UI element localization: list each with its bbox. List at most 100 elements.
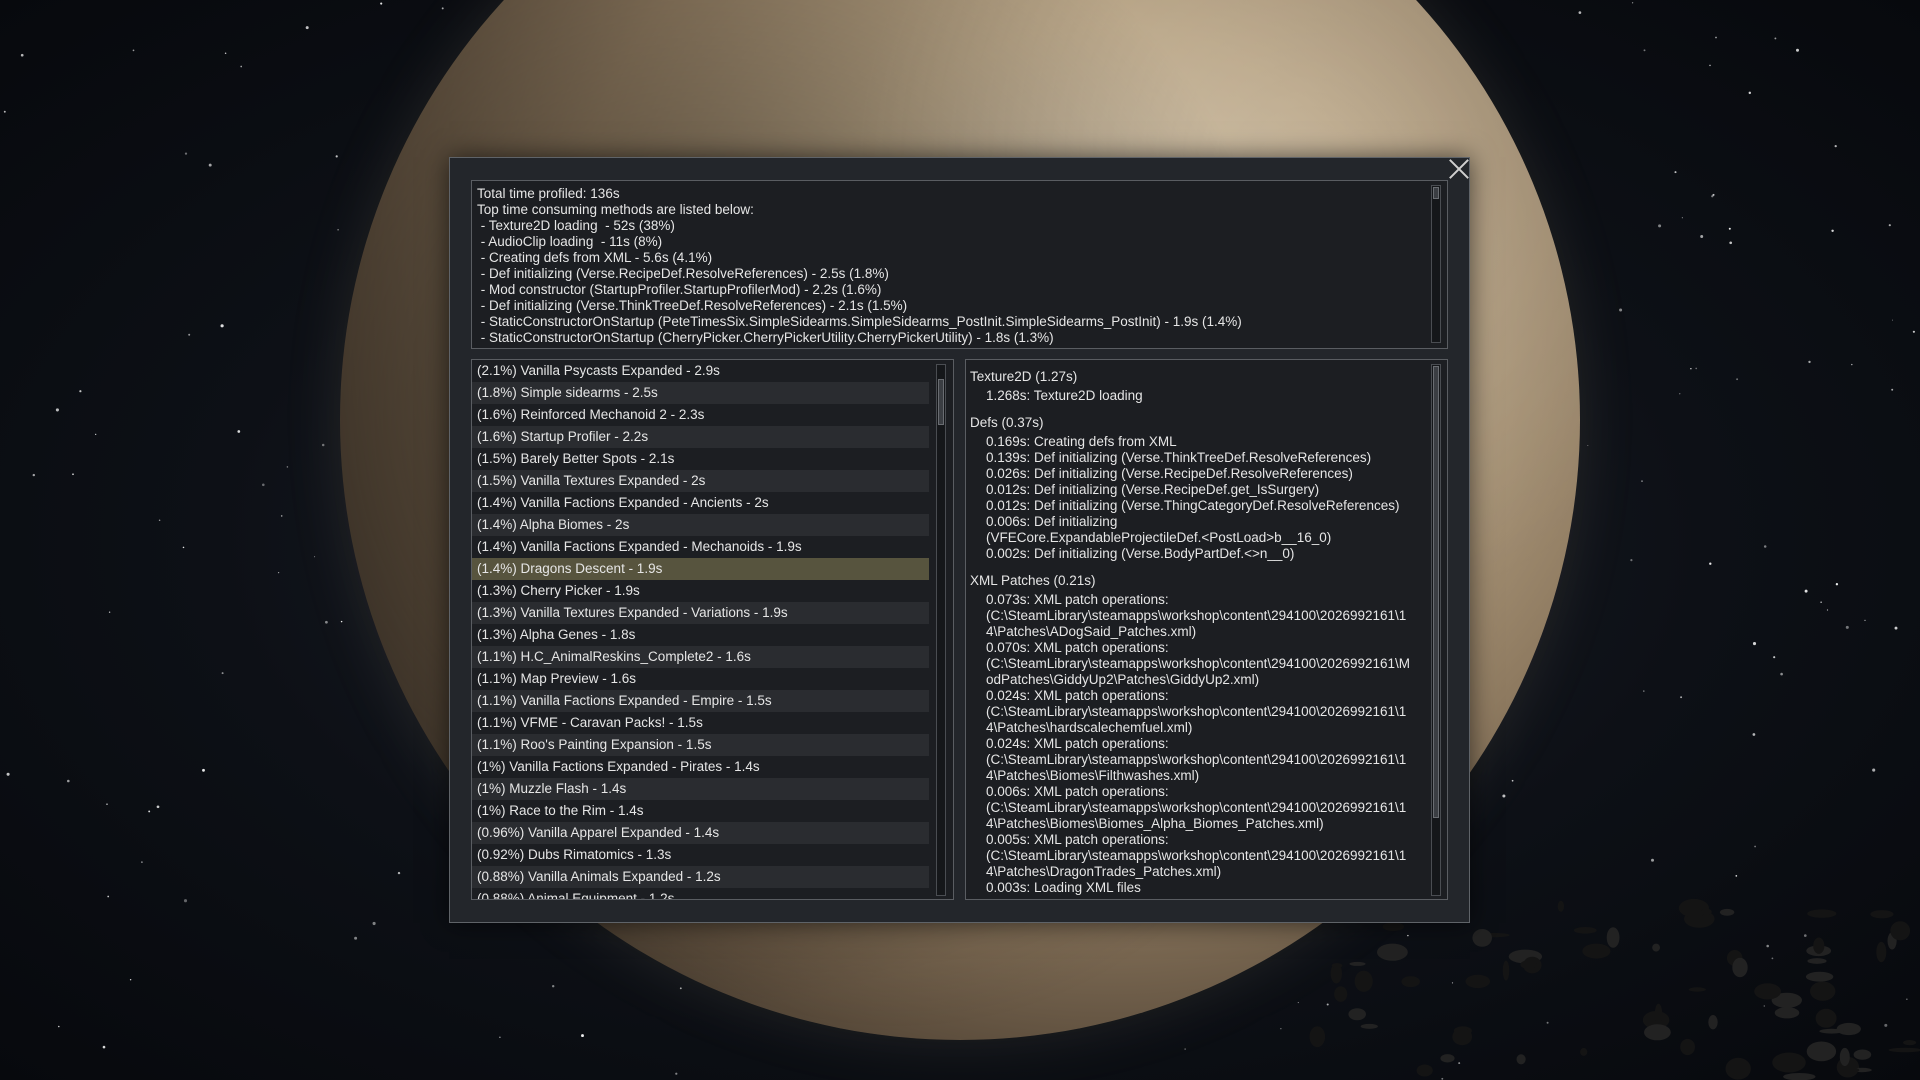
- summary-scrollbar[interactable]: [1431, 185, 1441, 343]
- detail-entry: 0.003s: Loading XML files: [986, 880, 1141, 895]
- mod-list-item[interactable]: (0.88%) Vanilla Animals Expanded - 1.2s: [472, 866, 929, 888]
- mod-list-scrollbar-thumb[interactable]: [938, 379, 944, 425]
- mod-list-item[interactable]: (1.5%) Vanilla Textures Expanded - 2s: [472, 470, 929, 492]
- summary-line: - Creating defs from XML - 5.6s (4.1%): [477, 250, 713, 265]
- star: [1835, 583, 1839, 586]
- asteroid-rock: [1557, 900, 1565, 912]
- star: [1771, 957, 1774, 960]
- mod-list-panel: (2.1%) Vanilla Psycasts Expanded - 2.9s(…: [471, 359, 954, 900]
- mod-list-item[interactable]: (1.1%) Map Preview - 1.6s: [472, 668, 929, 690]
- mod-list-item[interactable]: (1.4%) Alpha Biomes - 2s: [472, 514, 929, 536]
- mod-list-item[interactable]: (1.6%) Reinforced Mechanoid 2 - 2.3s: [472, 404, 929, 426]
- star: [1826, 609, 1829, 611]
- star: [1785, 1009, 1787, 1012]
- star: [314, 556, 316, 558]
- mod-list-item[interactable]: (2.1%) Vanilla Psycasts Expanded - 2.9s: [472, 360, 929, 382]
- detail-entry: 0.070s: XML patch operations:: [986, 640, 1169, 655]
- star: [148, 810, 151, 813]
- asteroid-rock: [1771, 992, 1802, 1008]
- summary-line: - Def initializing (Verse.RecipeDef.Reso…: [477, 266, 889, 281]
- star: [1546, 1021, 1549, 1024]
- asteroid-rock: [1354, 970, 1373, 992]
- star: [55, 408, 59, 412]
- mod-list-item[interactable]: (0.96%) Vanilla Apparel Expanded - 1.4s: [472, 822, 929, 844]
- asteroid-rock: [1642, 1011, 1670, 1029]
- mod-list-item[interactable]: (1.4%) Dragons Descent - 1.9s: [472, 558, 929, 580]
- asteroid-rock: [1680, 1038, 1695, 1056]
- star: [1752, 642, 1757, 646]
- star: [220, 324, 224, 328]
- mod-list-item[interactable]: (1.4%) Vanilla Factions Expanded - Ancie…: [472, 492, 929, 514]
- star: [1709, 64, 1711, 67]
- mod-list-item[interactable]: (1.6%) Startup Profiler - 2.2s: [472, 426, 929, 448]
- summary-scrollbar-thumb[interactable]: [1433, 187, 1439, 199]
- mod-list-item[interactable]: (0.92%) Dubs Rimatomics - 1.3s: [472, 844, 929, 866]
- asteroid-rock: [1890, 921, 1911, 941]
- mod-list-item[interactable]: (1%) Vanilla Factions Expanded - Pirates…: [472, 756, 929, 778]
- mod-list-scrollbar[interactable]: [936, 364, 946, 896]
- star: [107, 895, 110, 898]
- mod-list-item[interactable]: (1.3%) Cherry Picker - 1.9s: [472, 580, 929, 602]
- asteroid-rock: [1688, 987, 1706, 992]
- asteroid-rock: [1377, 943, 1408, 961]
- asteroid-rock: [1606, 927, 1620, 948]
- detail-entry: (C:\SteamLibrary\steamapps\workshop\cont…: [986, 800, 1407, 815]
- asteroid-rock: [1453, 1026, 1472, 1036]
- mod-list-item[interactable]: (1.3%) Vanilla Textures Expanded - Varia…: [472, 602, 929, 624]
- star: [183, 899, 188, 903]
- star: [237, 430, 241, 433]
- detail-entry: (VFECore.ExpandableProjectileDef.<PostLo…: [986, 530, 1332, 545]
- star: [1658, 224, 1662, 228]
- mod-list-item[interactable]: (1.4%) Vanilla Factions Expanded - Mecha…: [472, 536, 929, 558]
- star: [72, 473, 74, 476]
- detail-entry: 0.002s: Def initializing (Verse.BodyPart…: [986, 546, 1295, 561]
- star: [1888, 224, 1891, 227]
- asteroid-rock: [1644, 1024, 1671, 1041]
- star: [286, 466, 289, 468]
- summary-panel: Total time profiled: 136s Top time consum…: [471, 180, 1448, 349]
- star: [1766, 944, 1769, 948]
- star: [1774, 37, 1777, 40]
- detail-section: XML Patches (0.21s) 0.073s: XML patch ope…: [970, 570, 1447, 896]
- summary-line: - Texture2D loading - 52s (38%): [477, 218, 675, 233]
- mod-details-scrollbar-thumb[interactable]: [1433, 366, 1439, 818]
- star: [1681, 217, 1683, 219]
- detail-entry: 4\Patches\Biomes\Biomes_Alpha_Biomes_Pat…: [986, 816, 1324, 831]
- asteroid-rock: [1416, 1064, 1433, 1077]
- detail-entry: 4\Patches\DragonTrades_Patches.xml): [986, 864, 1222, 879]
- mod-list-item[interactable]: (1.1%) H.C_AnimalReskins_Complete2 - 1.6…: [472, 646, 929, 668]
- asteroid-rock: [1348, 1008, 1366, 1021]
- asteroid-rock: [1815, 1008, 1837, 1028]
- mod-list-item[interactable]: (1.1%) Roo's Painting Expansion - 1.5s: [472, 734, 929, 756]
- asteroid-rock: [1582, 943, 1611, 959]
- asteroid-rock: [1783, 1073, 1816, 1080]
- star: [1729, 241, 1733, 245]
- star: [679, 987, 682, 990]
- star: [1511, 779, 1514, 782]
- star: [221, 672, 224, 675]
- mod-list-item[interactable]: (0.88%) Animal Equipment - 1.2s: [472, 888, 929, 899]
- mod-list-item[interactable]: (1.8%) Simple sidearms - 2.5s: [472, 382, 929, 404]
- star: [1619, 308, 1623, 312]
- star: [1754, 845, 1756, 848]
- mod-list-item[interactable]: (1.1%) VFME - Caravan Packs! - 1.5s: [472, 712, 929, 734]
- star: [1451, 982, 1454, 984]
- mod-list-item[interactable]: (1.3%) Alpha Genes - 1.8s: [472, 624, 929, 646]
- asteroid-rock: [1774, 1007, 1800, 1019]
- mod-list-item[interactable]: (1.5%) Barely Better Spots - 2.1s: [472, 448, 929, 470]
- star: [1679, 393, 1681, 395]
- asteroid-rock: [1810, 981, 1836, 1001]
- mod-details-scrollbar[interactable]: [1431, 364, 1441, 896]
- detail-section-header: XML Patches (0.21s): [970, 573, 1096, 588]
- mod-list-item[interactable]: (1.1%) Vanilla Factions Expanded - Empir…: [472, 690, 929, 712]
- star: [132, 49, 135, 52]
- mod-list-item[interactable]: (1%) Race to the Rim - 1.4s: [472, 800, 929, 822]
- asteroid-rock: [1309, 1026, 1326, 1048]
- close-icon[interactable]: [1447, 157, 1471, 181]
- star: [156, 805, 160, 809]
- mod-list-item[interactable]: (1%) Muzzle Flash - 1.4s: [472, 778, 929, 800]
- asteroid-rock: [1652, 943, 1660, 952]
- star: [158, 519, 161, 522]
